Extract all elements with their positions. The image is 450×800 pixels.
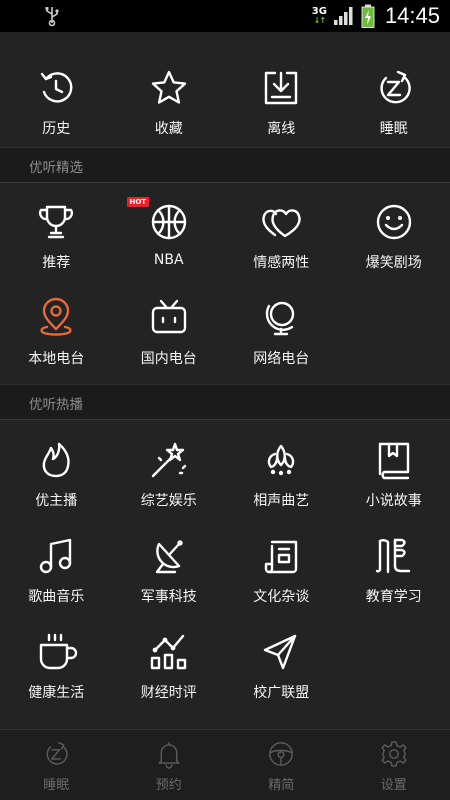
flame-icon bbox=[42, 442, 70, 478]
offline-button[interactable]: 离线 bbox=[225, 48, 338, 144]
sleep-timer-icon bbox=[46, 742, 68, 765]
education-icon bbox=[375, 538, 410, 574]
category-label: 爆笑剧场 bbox=[365, 255, 422, 271]
status-bar: 3G ↓↑ 14:45 bbox=[0, 0, 450, 32]
book-icon bbox=[378, 442, 409, 480]
category-local-radio[interactable]: 本地电台 bbox=[0, 278, 113, 374]
category-emotion[interactable]: 情感两性 bbox=[225, 182, 338, 278]
sleep-label: 睡眠 bbox=[379, 121, 408, 137]
history-icon bbox=[41, 72, 73, 103]
category-label: 网络电台 bbox=[253, 351, 310, 367]
tab-label: 精简 bbox=[268, 778, 295, 793]
scroll-icon bbox=[265, 540, 298, 574]
bottom-tab-bar: 睡眠 预约 精简 设置 bbox=[0, 729, 450, 800]
tab-settings[interactable]: 设置 bbox=[338, 730, 450, 800]
category-label: 综艺娱乐 bbox=[140, 493, 197, 509]
category-label: 相声曲艺 bbox=[253, 493, 310, 509]
tab-simple[interactable]: 精简 bbox=[225, 730, 338, 800]
network-indicator: 3G ↓↑ bbox=[311, 6, 327, 26]
magic-wand-icon bbox=[151, 442, 186, 478]
category-nba[interactable]: HOT NBA bbox=[113, 182, 226, 278]
tab-sleep[interactable]: 睡眠 bbox=[0, 730, 113, 800]
favorites-label: 收藏 bbox=[154, 121, 183, 137]
category-label: 小说故事 bbox=[365, 493, 422, 509]
trophy-icon bbox=[39, 205, 74, 239]
category-label: 国内电台 bbox=[140, 351, 197, 367]
featured-grid: 推荐 HOT NBA 情感两性 爆笑剧场 本地电台 国内电台 网络电台 bbox=[0, 182, 450, 374]
category-label: 推荐 bbox=[42, 255, 71, 271]
settings-gear-icon bbox=[381, 741, 407, 767]
satellite-dish-icon bbox=[155, 540, 183, 574]
basketball-icon bbox=[151, 204, 186, 240]
category-health[interactable]: 健康生活 bbox=[0, 612, 113, 708]
sleep-timer-icon bbox=[380, 70, 411, 104]
tab-reservation[interactable]: 预约 bbox=[113, 730, 226, 800]
category-music[interactable]: 歌曲音乐 bbox=[0, 516, 113, 612]
usb-icon bbox=[45, 7, 59, 27]
clock: 14:45 bbox=[384, 3, 440, 28]
category-novel[interactable]: 小说故事 bbox=[338, 420, 450, 516]
section-title-featured: 优听精选 bbox=[29, 160, 83, 176]
category-label: NBA bbox=[153, 252, 184, 268]
chart-icon bbox=[150, 634, 186, 670]
smiley-icon bbox=[376, 204, 411, 240]
category-finance[interactable]: 财经时评 bbox=[113, 612, 226, 708]
category-label: 军事科技 bbox=[140, 589, 197, 605]
category-label: 本地电台 bbox=[28, 351, 85, 367]
category-label: 文化杂谈 bbox=[253, 589, 310, 605]
category-label: 情感两性 bbox=[253, 255, 310, 271]
category-web-radio[interactable]: 网络电台 bbox=[225, 278, 338, 374]
tab-label: 设置 bbox=[380, 778, 407, 793]
category-label: 歌曲音乐 bbox=[28, 589, 85, 605]
hot-grid: 优主播 综艺娱乐 相声曲艺 小说故事 歌曲音乐 军事科技 文化杂谈 教育学习 健… bbox=[0, 420, 450, 708]
category-campus[interactable]: 校广联盟 bbox=[225, 612, 338, 708]
bell-icon bbox=[158, 742, 180, 769]
paper-plane-icon bbox=[264, 634, 297, 670]
category-label: 教育学习 bbox=[365, 589, 422, 605]
signal-strength-icon bbox=[333, 7, 353, 25]
history-button[interactable]: 历史 bbox=[0, 48, 113, 144]
hot-badge: HOT bbox=[126, 197, 150, 207]
category-recommend[interactable]: 推荐 bbox=[0, 182, 113, 278]
category-label: 校广联盟 bbox=[253, 685, 310, 701]
category-anchor[interactable]: 优主播 bbox=[0, 420, 113, 516]
lotus-icon bbox=[267, 444, 295, 476]
category-crosstalk[interactable]: 相声曲艺 bbox=[225, 420, 338, 516]
steering-wheel-icon bbox=[269, 742, 294, 766]
category-label: 优主播 bbox=[35, 493, 78, 509]
tab-label: 预约 bbox=[155, 778, 182, 793]
coffee-cup-icon bbox=[40, 633, 78, 670]
star-icon bbox=[151, 70, 186, 104]
category-label: 健康生活 bbox=[28, 685, 85, 701]
category-education[interactable]: 教育学习 bbox=[338, 516, 450, 612]
section-title-hot: 优听热播 bbox=[29, 397, 83, 413]
category-military[interactable]: 军事科技 bbox=[113, 516, 226, 612]
music-note-icon bbox=[40, 538, 72, 574]
globe-icon bbox=[266, 301, 295, 336]
tv-icon bbox=[151, 299, 186, 334]
category-label: 财经时评 bbox=[140, 685, 197, 701]
category-variety[interactable]: 综艺娱乐 bbox=[113, 420, 226, 516]
location-pin-icon bbox=[40, 297, 72, 336]
section-header-hot: 优听热播 bbox=[0, 384, 450, 420]
network-type: 3G bbox=[311, 6, 327, 17]
data-activity-icon: ↓↑ bbox=[313, 16, 326, 25]
tab-label: 睡眠 bbox=[43, 778, 70, 793]
battery-charging-icon bbox=[361, 4, 375, 28]
quick-actions-grid: 历史 收藏 离线 睡眠 bbox=[0, 48, 450, 144]
offline-label: 离线 bbox=[267, 121, 296, 137]
hearts-icon bbox=[262, 209, 301, 238]
category-domestic-radio[interactable]: 国内电台 bbox=[113, 278, 226, 374]
download-icon bbox=[265, 71, 298, 105]
history-label: 历史 bbox=[42, 121, 71, 137]
section-header-featured: 优听精选 bbox=[0, 147, 450, 183]
sleep-button[interactable]: 睡眠 bbox=[338, 48, 450, 144]
category-comedy[interactable]: 爆笑剧场 bbox=[338, 182, 450, 278]
category-culture[interactable]: 文化杂谈 bbox=[225, 516, 338, 612]
favorites-button[interactable]: 收藏 bbox=[113, 48, 226, 144]
